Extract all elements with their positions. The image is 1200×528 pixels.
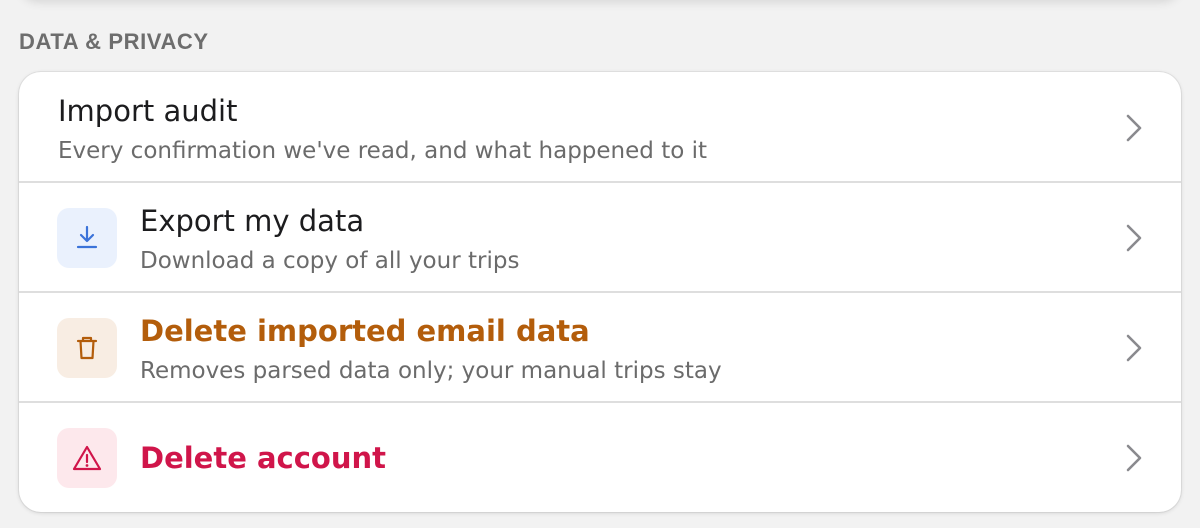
trash-icon (76, 336, 98, 360)
chevron-right-icon (1126, 224, 1142, 252)
delete-imported-email-data-title: Delete imported email data (140, 314, 590, 348)
chevron-right-icon (1126, 334, 1142, 362)
delete-account-icon-container (57, 428, 117, 488)
warning-icon (72, 445, 102, 471)
delete-imported-email-data-subtitle: Removes parsed data only; your manual tr… (140, 358, 722, 384)
download-icon (76, 225, 98, 249)
data-privacy-card: Import audit Every confirmation we've re… (19, 72, 1181, 512)
chevron-right-icon (1126, 444, 1142, 472)
import-audit-row[interactable]: Import audit Every confirmation we've re… (19, 72, 1181, 183)
export-data-row[interactable]: Export my data Download a copy of all yo… (19, 182, 1181, 293)
delete-account-title: Delete account (140, 441, 387, 475)
import-audit-subtitle: Every confirmation we've read, and what … (58, 138, 708, 164)
import-audit-title: Import audit (58, 94, 238, 128)
section-header: DATA & PRIVACY (19, 29, 209, 54)
delete-account-row[interactable]: Delete account (19, 402, 1181, 512)
chevron-right-icon (1126, 114, 1142, 142)
export-data-title: Export my data (140, 204, 365, 238)
delete-imported-email-data-row[interactable]: Delete imported email data Removes parse… (19, 292, 1181, 403)
export-data-subtitle: Download a copy of all your trips (140, 248, 520, 274)
export-icon-container (57, 208, 117, 268)
delete-email-icon-container (57, 318, 117, 378)
